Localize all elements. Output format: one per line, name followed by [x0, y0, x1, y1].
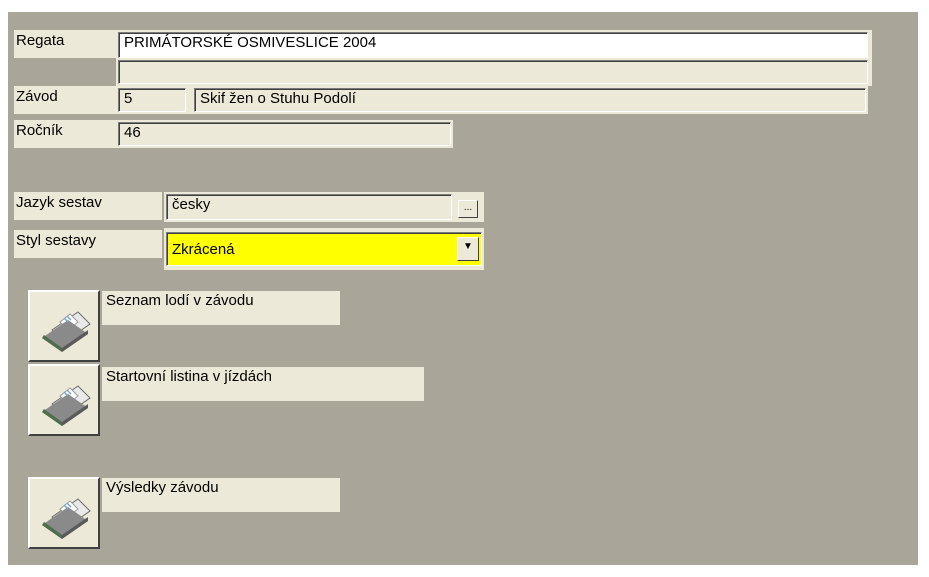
styl-select-value: Zkrácená: [172, 241, 235, 258]
regata-name-field[interactable]: PRIMÁTORSKÉ OSMIVESLICE 2004: [118, 32, 868, 58]
print-report-1-button[interactable]: [28, 290, 100, 362]
regata-container: PRIMÁTORSKÉ OSMIVESLICE 2004: [116, 30, 872, 86]
jazyk-label: Jazyk sestav: [14, 192, 162, 220]
printer-icon: [42, 385, 91, 426]
zavod-name-field[interactable]: Skif žen o Stuhu Podolí: [194, 88, 866, 112]
zavod-label-text: Závod: [16, 88, 58, 105]
print-report-3-button[interactable]: [28, 477, 100, 549]
regata-name2-field[interactable]: [118, 60, 868, 84]
rocnik-label: Ročník: [14, 120, 116, 148]
jazyk-container: česky ...: [164, 192, 484, 222]
styl-select[interactable]: Zkrácená ▼: [166, 232, 482, 266]
jazyk-label-text: Jazyk sestav: [16, 194, 102, 211]
report-3-label: Výsledky závodu: [102, 478, 340, 512]
styl-label-text: Styl sestavy: [16, 232, 97, 249]
regata-label: Regata: [14, 30, 116, 58]
report-1-label: Seznam lodí v závodu: [102, 291, 340, 325]
printer-icon: [42, 498, 91, 539]
regata-label-text: Regata: [16, 32, 65, 49]
report-2-label: Startovní listina v jízdách: [102, 367, 424, 401]
zavod-label: Závod: [14, 86, 116, 114]
print-report-2-button[interactable]: [28, 364, 100, 436]
styl-dropdown-button[interactable]: ▼: [457, 237, 479, 261]
styl-label: Styl sestavy: [14, 230, 162, 258]
rocnik-field[interactable]: 46: [118, 122, 451, 146]
rocnik-container: 46: [116, 120, 453, 148]
rocnik-label-text: Ročník: [16, 122, 63, 139]
styl-container: Zkrácená ▼: [164, 228, 484, 270]
report-form: Regata PRIMÁTORSKÉ OSMIVESLICE 2004 Závo…: [8, 12, 918, 565]
printer-icon: [42, 311, 91, 352]
zavod-number-field[interactable]: 5: [118, 88, 186, 112]
jazyk-browse-button[interactable]: ...: [458, 200, 478, 218]
zavod-container: 5 Skif žen o Stuhu Podolí: [116, 86, 868, 114]
chevron-down-icon: ▼: [463, 241, 473, 252]
jazyk-field[interactable]: česky: [166, 194, 452, 220]
